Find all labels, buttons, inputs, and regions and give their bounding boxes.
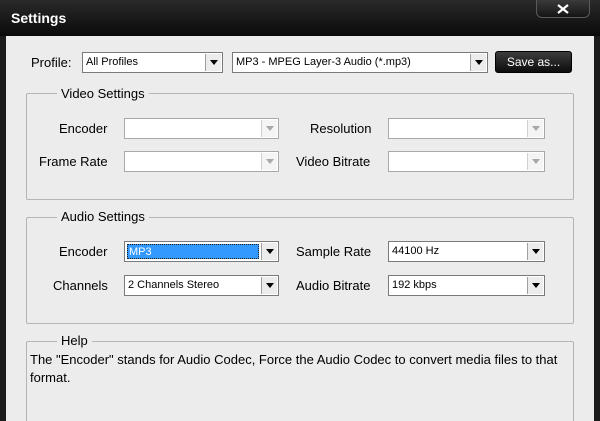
video-settings-group [26,93,574,200]
frame-rate-select[interactable] [124,151,279,172]
video-settings-title: Video Settings [57,86,149,101]
resolution-select[interactable] [388,118,545,139]
audio-bitrate-select[interactable]: 192 kbps [388,275,545,296]
sample-rate-label: Sample Rate [296,244,372,259]
chevron-down-icon [527,120,543,137]
frame-rate-label: Frame Rate [39,154,108,169]
title-bar: Settings [0,0,600,36]
chevron-down-icon [527,277,543,294]
audio-settings-title: Audio Settings [57,209,149,224]
profile-label: Profile: [31,55,72,70]
close-button[interactable] [536,0,590,18]
save-as-button[interactable]: Save as... [495,51,572,73]
selection-highlight: MP3 [127,244,259,259]
video-bitrate-select[interactable] [388,151,545,172]
chevron-down-icon [261,277,277,294]
chevron-down-icon [527,153,543,170]
video-encoder-select[interactable] [124,118,279,139]
profile-category-select[interactable]: All Profiles [82,52,223,73]
chevron-down-icon [261,243,277,260]
close-icon [556,3,570,14]
channels-select[interactable]: 2 Channels Stereo [124,275,279,296]
chevron-down-icon [470,54,486,71]
audio-encoder-select[interactable]: MP3 [124,241,279,262]
audio-encoder-label: Encoder [59,244,108,259]
help-text: The "Encoder" stands for Audio Codec, Fo… [30,352,558,385]
chevron-down-icon [205,54,221,71]
video-bitrate-label: Video Bitrate [296,154,371,169]
chevron-down-icon [527,243,543,260]
channels-label: Channels [53,278,108,293]
profile-format-select[interactable]: MP3 - MPEG Layer-3 Audio (*.mp3) [232,52,488,73]
window-title: Settings [11,10,67,26]
settings-panel: Profile: All Profiles MP3 - MPEG Layer-3… [6,36,594,421]
video-encoder-label: Encoder [59,121,108,136]
sample-rate-select[interactable]: 44100 Hz [388,241,545,262]
chevron-down-icon [261,120,277,137]
audio-settings-group [26,217,574,324]
audio-bitrate-label: Audio Bitrate [296,278,371,293]
resolution-label: Resolution [310,121,372,136]
help-title: Help [57,333,92,348]
chevron-down-icon [261,153,277,170]
